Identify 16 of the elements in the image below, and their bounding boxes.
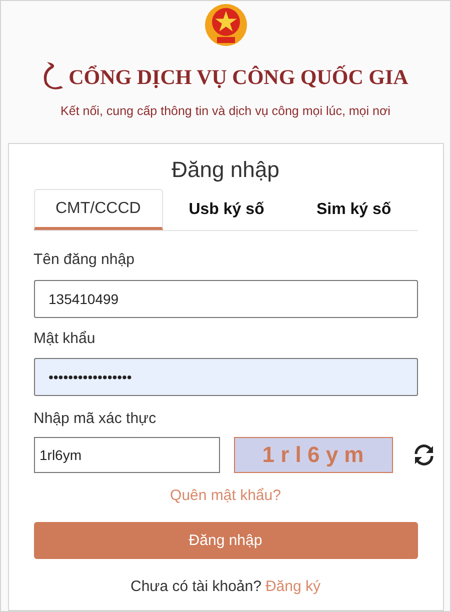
signup-prompt: Chưa có tài khoản? [130,577,262,598]
password-field[interactable]: ••••••••••••••••• [34,358,418,396]
username-field[interactable]: 135410499 [34,280,418,318]
refresh-icon[interactable] [412,442,436,467]
login-tab[interactable]: CMT/CCCD [34,189,163,230]
login-tab[interactable]: Usb ký số [162,189,290,230]
login-tab[interactable]: Sim ký số [290,189,418,230]
captcha-input[interactable]: 1rl6ym [34,436,220,473]
tagline: Kết nối, cung cấp thông tin và dịch vụ công mọi lúc, mọi nơi [60,103,390,120]
portal-title: CỔNG DỊCH VỤ CÔNG QUỐC GIA [68,67,408,90]
field-label: Nhập mã xác thực [34,409,158,430]
field-label: Mật khẩu [34,328,96,349]
captcha-image: 1 r l 6 y m [234,436,392,473]
field-label: Tên đăng nhập [34,250,136,270]
login-heading: Đăng nhập [172,156,280,184]
emblem-icon [202,2,248,48]
